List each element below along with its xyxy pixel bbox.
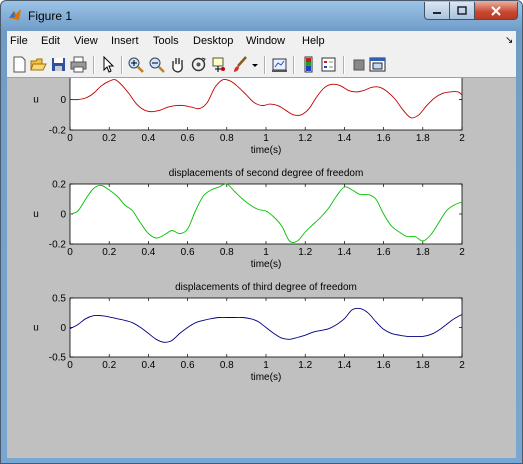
menu-desktop[interactable]: Desktop: [193, 35, 233, 47]
figure-plots: displacements of first degree of freedom…: [33, 53, 465, 383]
toolbar-separator: [93, 56, 95, 74]
x-tick-label: 1.6: [377, 360, 391, 371]
zoom-in-icon[interactable]: [127, 56, 144, 73]
x-tick-label: 0.4: [141, 360, 155, 371]
colorbar-icon[interactable]: [300, 56, 317, 73]
x-tick-label: 0.2: [102, 360, 116, 371]
plot-axes-box: [69, 68, 463, 131]
toolbar-separator: [293, 56, 295, 74]
y-tick-label: 0: [60, 210, 66, 221]
new-figure-icon[interactable]: [11, 56, 28, 73]
x-tick-label: 1.4: [337, 360, 351, 371]
y-tick-label: 0: [60, 95, 66, 106]
plot-title: displacements of third degree of freedom: [175, 282, 357, 293]
x-tick-label: 0.6: [181, 247, 195, 258]
menu-file[interactable]: File: [10, 35, 28, 47]
menu-edit[interactable]: Edit: [41, 35, 60, 47]
client-area: File Edit View Insert Tools Desktop Wind…: [7, 31, 516, 458]
x-tick-label: 0.2: [102, 133, 116, 144]
print-icon[interactable]: [70, 56, 87, 73]
x-tick-label: 1: [263, 133, 269, 144]
legend-icon[interactable]: [320, 56, 337, 73]
window-title: Figure 1: [28, 9, 73, 23]
x-tick-label: 1.4: [337, 247, 351, 258]
x-tick-label: 1.8: [416, 133, 430, 144]
toolbar-separator: [121, 56, 123, 74]
y-axis-label: u: [33, 95, 39, 106]
x-tick-label: 1.6: [377, 133, 391, 144]
data-cursor-icon[interactable]: [211, 56, 228, 73]
y-tick-label: 0.2: [52, 180, 66, 191]
minimize-button[interactable]: [424, 2, 450, 20]
menu-bar: File Edit View Insert Tools Desktop Wind…: [7, 31, 516, 52]
minimize-icon: [433, 11, 441, 14]
matlab-logo-icon: [9, 9, 21, 20]
select-arrow-icon[interactable]: [100, 56, 117, 73]
rotate-3d-icon[interactable]: [190, 56, 207, 73]
y-tick-label: -0.5: [49, 353, 67, 364]
x-tick-label: 2: [459, 360, 465, 371]
open-file-icon[interactable]: [30, 56, 47, 73]
x-tick-label: 2: [459, 133, 465, 144]
toolbar-separator: [343, 56, 345, 74]
dock-arrow-icon[interactable]: ↘: [505, 35, 513, 46]
title-bar[interactable]: Figure 1: [1, 1, 522, 31]
maximize-icon: [457, 5, 467, 15]
x-tick-label: 1.2: [298, 133, 312, 144]
x-tick-label: 0.8: [220, 133, 234, 144]
x-tick-label: 0.6: [181, 133, 195, 144]
toolbar: [7, 52, 516, 78]
link-plot-icon[interactable]: [271, 56, 288, 73]
y-axis-label: u: [33, 209, 39, 220]
x-tick-label: 0.4: [141, 247, 155, 258]
x-tick-label: 0: [67, 360, 73, 371]
plot-title: displacements of second degree of freedo…: [169, 168, 364, 179]
x-tick-label: 2: [459, 247, 465, 258]
x-axis-label: time(s): [251, 259, 282, 270]
x-tick-label: 0: [67, 133, 73, 144]
brush-menu-icon[interactable]: [251, 56, 259, 73]
x-tick-label: 1.8: [416, 360, 430, 371]
menu-tools[interactable]: Tools: [153, 35, 179, 47]
x-tick-label: 1.4: [337, 133, 351, 144]
close-icon: [491, 5, 501, 16]
brush-icon[interactable]: [232, 56, 249, 73]
save-icon[interactable]: [50, 56, 67, 73]
close-button[interactable]: [475, 2, 518, 20]
x-tick-label: 0.4: [141, 133, 155, 144]
y-tick-label: 0: [60, 323, 66, 334]
maximize-button[interactable]: [450, 2, 475, 20]
y-tick-label: -0.2: [49, 240, 67, 251]
show-plot-tools-icon[interactable]: [369, 56, 386, 73]
menu-window[interactable]: Window: [246, 35, 285, 47]
x-axis-label: time(s): [251, 145, 282, 156]
x-tick-label: 0.2: [102, 247, 116, 258]
x-tick-label: 0: [67, 247, 73, 258]
x-tick-label: 0.8: [220, 247, 234, 258]
menu-view[interactable]: View: [74, 35, 98, 47]
y-axis-label: u: [33, 323, 39, 334]
menu-insert[interactable]: Insert: [111, 35, 139, 47]
hide-plot-tools-icon[interactable]: [350, 56, 367, 73]
x-tick-label: 1: [263, 247, 269, 258]
menu-help[interactable]: Help: [302, 35, 325, 47]
x-tick-label: 1.2: [298, 360, 312, 371]
x-axis-label: time(s): [251, 372, 282, 383]
x-tick-label: 0.6: [181, 360, 195, 371]
figure-canvas: displacements of first degree of freedom…: [7, 53, 516, 458]
zoom-out-icon[interactable]: [148, 56, 165, 73]
pan-icon[interactable]: [169, 56, 186, 73]
x-tick-label: 0.8: [220, 360, 234, 371]
figure-window: Figure 1 File Edit View Insert Tools Des…: [0, 0, 523, 464]
y-tick-label: 0.5: [52, 294, 66, 305]
x-tick-label: 1: [263, 360, 269, 371]
x-tick-label: 1.6: [377, 247, 391, 258]
x-tick-label: 1.8: [416, 247, 430, 258]
toolbar-separator: [264, 56, 266, 74]
x-tick-label: 1.2: [298, 247, 312, 258]
y-tick-label: -0.2: [49, 126, 67, 137]
